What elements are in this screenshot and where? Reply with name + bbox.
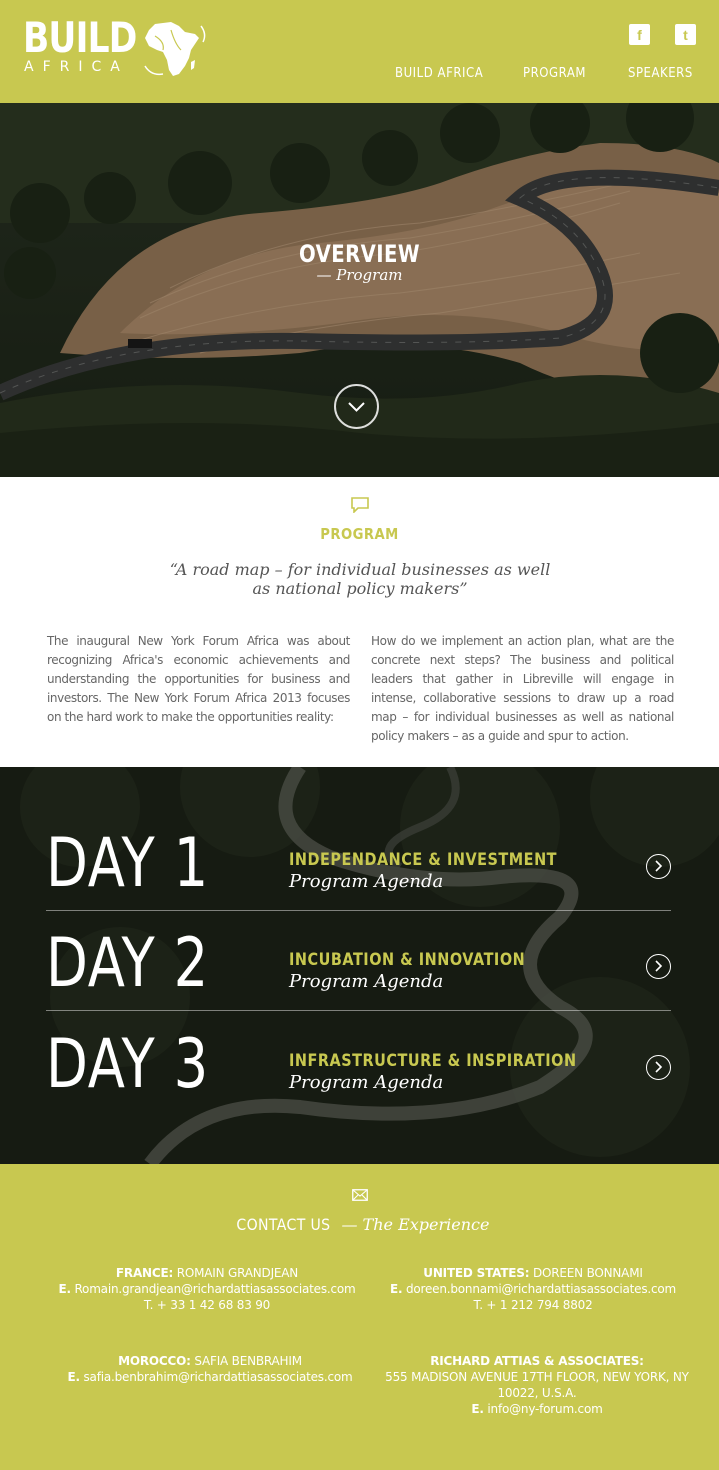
- speech-bubble-icon: [351, 497, 369, 513]
- hero-banner: OVERVIEW — Program: [0, 103, 719, 477]
- contact-section: CONTACT US — The Experience FRANCE: ROMA…: [0, 1164, 719, 1470]
- day-agenda-link[interactable]: Program Agenda: [289, 871, 443, 892]
- contact-email-link[interactable]: doreen.bonnami@richardattiasassociates.c…: [406, 1282, 676, 1296]
- chevron-down-icon: [348, 402, 365, 412]
- email-label: E.: [389, 1282, 403, 1296]
- chevron-right-icon[interactable]: [646, 1055, 671, 1080]
- contact-heading: CONTACT US: [235, 1215, 330, 1234]
- contact-person: ROMAIN GRANDJEAN: [176, 1266, 299, 1280]
- contact-richard-attias: RICHARD ATTIAS & ASSOCIATES: 555 MADISON…: [367, 1353, 707, 1417]
- contact-company: RICHARD ATTIAS & ASSOCIATES:: [430, 1354, 644, 1368]
- contact-subtitle: The Experience: [362, 1215, 490, 1234]
- day-label: DAY 1: [46, 824, 210, 903]
- site-header: BUILD AFRICA f t BUILD AFRICA PROGRAM SP…: [0, 0, 719, 103]
- hero-title: OVERVIEW: [298, 240, 421, 268]
- program-days-section: DAY 1 INDEPENDANCE & INVESTMENT Program …: [0, 767, 719, 1164]
- day-label: DAY 2: [46, 924, 210, 1003]
- contact-country: FRANCE:: [115, 1266, 174, 1280]
- quote-line-2: as national policy makers”: [252, 579, 468, 598]
- day-1-row[interactable]: DAY 1 INDEPENDANCE & INVESTMENT Program …: [46, 818, 671, 918]
- africa-map-icon: [144, 22, 206, 76]
- contact-country: MOROCCO:: [118, 1354, 191, 1368]
- contact-phone: T. + 1 212 794 8802: [473, 1298, 593, 1312]
- program-section-title: PROGRAM: [320, 525, 399, 543]
- program-intro-right: How do we implement an action plan, what…: [371, 634, 674, 743]
- nav-speakers[interactable]: SPEAKERS: [628, 66, 693, 81]
- day-divider: [46, 910, 671, 911]
- day-agenda-link[interactable]: Program Agenda: [289, 1072, 443, 1093]
- day-theme: INFRASTRUCTURE & INSPIRATION: [289, 1051, 577, 1071]
- contact-person: DOREEN BONNAMI: [532, 1266, 643, 1280]
- chevron-right-icon[interactable]: [646, 954, 671, 979]
- contact-address-line-1: 555 MADISON AVENUE 17TH FLOOR, NEW YORK,…: [385, 1370, 689, 1384]
- quote-line-1: “A road map – for individual businesses …: [169, 560, 551, 579]
- contact-address-line-2: 10022, U.S.A.: [497, 1386, 577, 1400]
- contact-phone: T. + 33 1 42 68 83 90: [143, 1298, 271, 1312]
- nav-program[interactable]: PROGRAM: [523, 66, 586, 81]
- contact-email-link[interactable]: info@ny-forum.com: [487, 1402, 602, 1416]
- twitter-icon[interactable]: t: [675, 24, 696, 45]
- chevron-right-icon[interactable]: [646, 854, 671, 879]
- nav-build-africa[interactable]: BUILD AFRICA: [395, 66, 483, 81]
- email-label: E.: [67, 1370, 81, 1384]
- contact-united-states: UNITED STATES: DOREEN BONNAMI E. doreen.…: [363, 1265, 703, 1313]
- email-label: E.: [471, 1402, 484, 1416]
- contact-country: UNITED STATES:: [423, 1266, 530, 1280]
- program-quote: “A road map – for individual businesses …: [140, 560, 580, 598]
- day-theme: INDEPENDANCE & INVESTMENT: [289, 850, 558, 870]
- contact-email-link[interactable]: safia.benbrahim@richardattiasassociates.…: [83, 1370, 352, 1384]
- day-label: DAY 3: [46, 1025, 210, 1104]
- email-label: E.: [58, 1282, 71, 1296]
- logo-wordmark: BUILD: [23, 13, 137, 62]
- contact-dash: —: [341, 1215, 358, 1234]
- contact-morocco: MOROCCO: SAFIA BENBRAHIM E. safia.benbra…: [40, 1353, 380, 1385]
- envelope-icon: [352, 1189, 368, 1201]
- day-2-row[interactable]: DAY 2 INCUBATION & INNOVATION Program Ag…: [46, 918, 671, 1018]
- contact-person: SAFIA BENBRAHIM: [194, 1354, 302, 1368]
- contact-title: CONTACT US — The Experience: [0, 1215, 719, 1234]
- day-3-row[interactable]: DAY 3 INFRASTRUCTURE & INSPIRATION Progr…: [46, 1019, 671, 1119]
- day-divider: [46, 1010, 671, 1011]
- day-theme: INCUBATION & INNOVATION: [289, 950, 526, 970]
- hero-subtitle: — Program: [316, 266, 403, 284]
- day-agenda-link[interactable]: Program Agenda: [289, 971, 443, 992]
- chevron-down-circle-icon[interactable]: [334, 384, 379, 429]
- contact-france: FRANCE: ROMAIN GRANDJEAN E. Romain.grand…: [37, 1265, 377, 1313]
- facebook-icon[interactable]: f: [629, 24, 650, 45]
- program-intro-left: The inaugural New York Forum Africa was …: [47, 634, 350, 724]
- contact-email-link[interactable]: Romain.grandjean@richardattiasassociates…: [74, 1282, 355, 1296]
